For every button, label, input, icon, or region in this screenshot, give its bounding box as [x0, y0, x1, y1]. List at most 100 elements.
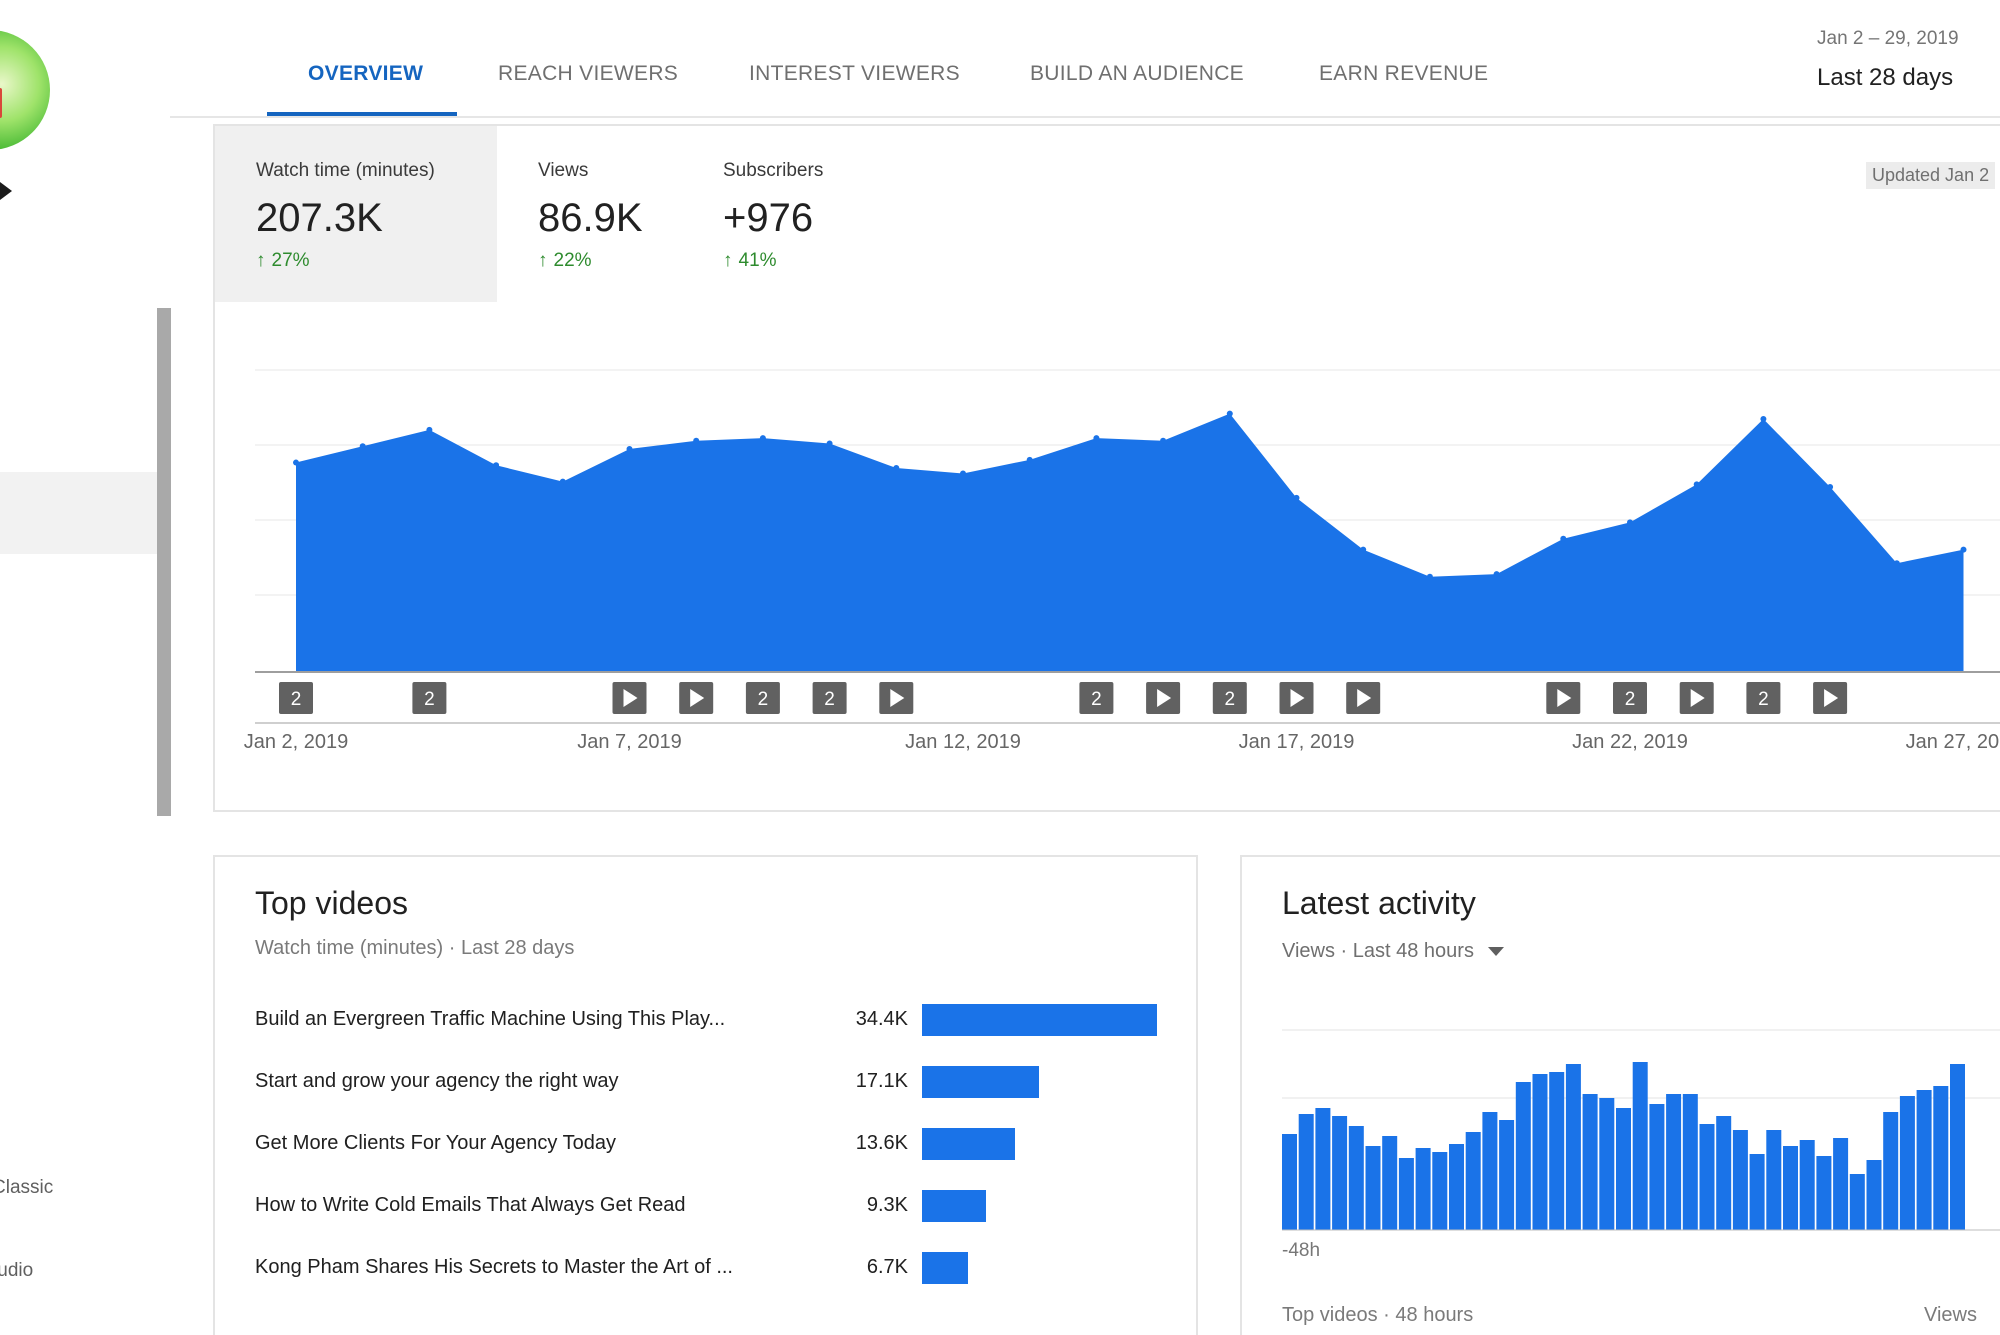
- top-video-row[interactable]: Start and grow your agency the right way…: [255, 1062, 1155, 1102]
- activity-bar[interactable]: [1499, 1120, 1515, 1230]
- video-marker-play-icon[interactable]: [879, 682, 914, 714]
- activity-bar[interactable]: [1883, 1112, 1899, 1230]
- top-video-row[interactable]: How to Write Cold Emails That Always Get…: [255, 1186, 1155, 1226]
- event-count-marker[interactable]: 2: [1212, 682, 1247, 714]
- activity-bar[interactable]: [1682, 1094, 1698, 1230]
- activity-bar[interactable]: [1332, 1116, 1348, 1230]
- activity-bar[interactable]: [1749, 1154, 1765, 1230]
- metric-subscribers[interactable]: Subscribers +976 ↑ 41%: [682, 126, 882, 302]
- activity-bar[interactable]: [1282, 1134, 1297, 1230]
- data-point[interactable]: [1493, 571, 1500, 578]
- data-point[interactable]: [626, 445, 633, 452]
- activity-bar[interactable]: [1382, 1136, 1398, 1230]
- data-point[interactable]: [1226, 410, 1233, 417]
- metric-views[interactable]: Views 86.9K ↑ 22%: [497, 126, 682, 302]
- activity-bar[interactable]: [1565, 1064, 1581, 1230]
- video-marker-play-icon[interactable]: [1546, 682, 1581, 714]
- activity-bar[interactable]: [1415, 1148, 1431, 1230]
- data-point[interactable]: [1293, 494, 1300, 501]
- data-point[interactable]: [759, 435, 766, 442]
- event-count-marker[interactable]: 2: [1613, 682, 1647, 714]
- data-point[interactable]: [1960, 546, 1967, 553]
- activity-bar[interactable]: [1816, 1156, 1832, 1230]
- top-video-row[interactable]: Kong Pham Shares His Secrets to Master t…: [255, 1248, 1155, 1288]
- video-marker-play-icon[interactable]: [679, 682, 714, 714]
- video-title[interactable]: Kong Pham Shares His Secrets to Master t…: [255, 1256, 733, 1279]
- activity-bar[interactable]: [1849, 1174, 1865, 1230]
- data-point[interactable]: [1893, 560, 1900, 567]
- metric-watch-time[interactable]: Watch time (minutes) 207.3K ↑ 27%: [215, 126, 497, 302]
- event-count-marker[interactable]: 2: [1746, 682, 1781, 714]
- sidebar-scrollbar[interactable]: [157, 308, 171, 816]
- activity-bar[interactable]: [1398, 1158, 1414, 1230]
- event-count-marker[interactable]: 2: [1079, 682, 1114, 714]
- activity-bar[interactable]: [1465, 1132, 1481, 1230]
- activity-bar[interactable]: [1482, 1112, 1498, 1230]
- activity-chart[interactable]: -48h: [1282, 1020, 2000, 1260]
- video-marker-play-icon[interactable]: [612, 682, 647, 714]
- activity-bar[interactable]: [1515, 1082, 1531, 1230]
- video-marker-play-icon[interactable]: [1146, 682, 1181, 714]
- activity-bar[interactable]: [1833, 1138, 1849, 1230]
- tab-overview[interactable]: OVERVIEW: [308, 62, 423, 86]
- activity-bar[interactable]: [1866, 1160, 1882, 1230]
- event-count-marker[interactable]: 2: [745, 682, 780, 714]
- channel-avatar[interactable]: [0, 30, 50, 150]
- activity-bar[interactable]: [1315, 1108, 1331, 1230]
- data-point[interactable]: [559, 478, 566, 485]
- data-point[interactable]: [1760, 416, 1767, 423]
- activity-bar[interactable]: [1933, 1086, 1949, 1230]
- sidebar-link-studio[interactable]: tudio: [0, 1260, 33, 1282]
- activity-bar[interactable]: [1899, 1096, 1915, 1230]
- data-point[interactable]: [1093, 435, 1100, 442]
- data-point[interactable]: [893, 465, 900, 471]
- data-point[interactable]: [1426, 573, 1433, 580]
- activity-bar[interactable]: [1666, 1094, 1682, 1230]
- data-point[interactable]: [693, 437, 700, 444]
- activity-bar[interactable]: [1532, 1074, 1548, 1230]
- data-point[interactable]: [1560, 535, 1567, 542]
- data-point[interactable]: [293, 459, 299, 466]
- tab-earn-revenue[interactable]: EARN REVENUE: [1319, 62, 1488, 86]
- data-point[interactable]: [1827, 484, 1834, 491]
- activity-bar[interactable]: [1616, 1108, 1631, 1230]
- video-title[interactable]: Start and grow your agency the right way: [255, 1070, 619, 1093]
- sidebar-link-classic[interactable]: Classic: [0, 1177, 53, 1199]
- activity-bar[interactable]: [1916, 1090, 1932, 1230]
- tab-build-an-audience[interactable]: BUILD AN AUDIENCE: [1030, 62, 1244, 86]
- activity-bar[interactable]: [1298, 1114, 1314, 1230]
- video-title[interactable]: Build an Evergreen Traffic Machine Using…: [255, 1008, 725, 1031]
- activity-bar[interactable]: [1699, 1124, 1715, 1230]
- activity-bar[interactable]: [1365, 1146, 1381, 1230]
- activity-bar[interactable]: [1348, 1126, 1364, 1230]
- top-video-row[interactable]: Get More Clients For Your Agency Today 13…: [255, 1124, 1155, 1164]
- activity-bar[interactable]: [1432, 1152, 1448, 1230]
- data-point[interactable]: [1360, 546, 1367, 553]
- activity-bar[interactable]: [1582, 1094, 1598, 1230]
- event-count-marker[interactable]: 2: [812, 682, 847, 714]
- data-point[interactable]: [1627, 519, 1633, 526]
- activity-bar[interactable]: [1716, 1116, 1732, 1230]
- data-point[interactable]: [359, 443, 366, 450]
- date-preset-selector[interactable]: Last 28 days: [1817, 64, 1953, 92]
- event-count-marker[interactable]: 2: [412, 682, 447, 714]
- video-title[interactable]: Get More Clients For Your Agency Today: [255, 1132, 616, 1155]
- event-count-marker[interactable]: 2: [279, 682, 313, 714]
- watch-time-chart[interactable]: 2 2 2 2 2 2 2 2: [230, 350, 2000, 725]
- activity-bar[interactable]: [1799, 1140, 1815, 1230]
- activity-bar[interactable]: [1549, 1072, 1565, 1230]
- data-point[interactable]: [960, 470, 966, 477]
- date-range-text[interactable]: Jan 2 – 29, 2019: [1817, 28, 1959, 50]
- video-marker-play-icon[interactable]: [1679, 682, 1714, 714]
- sidebar-selected-item[interactable]: [0, 472, 157, 554]
- activity-bar[interactable]: [1449, 1144, 1464, 1230]
- tab-interest-viewers[interactable]: INTEREST VIEWERS: [749, 62, 960, 86]
- activity-bar[interactable]: [1649, 1104, 1665, 1230]
- activity-bar[interactable]: [1950, 1064, 1965, 1230]
- data-point[interactable]: [426, 426, 433, 433]
- activity-bar[interactable]: [1632, 1062, 1648, 1230]
- video-marker-play-icon[interactable]: [1813, 682, 1848, 714]
- video-title[interactable]: How to Write Cold Emails That Always Get…: [255, 1194, 686, 1217]
- video-marker-play-icon[interactable]: [1279, 682, 1314, 714]
- video-marker-play-icon[interactable]: [1346, 682, 1381, 714]
